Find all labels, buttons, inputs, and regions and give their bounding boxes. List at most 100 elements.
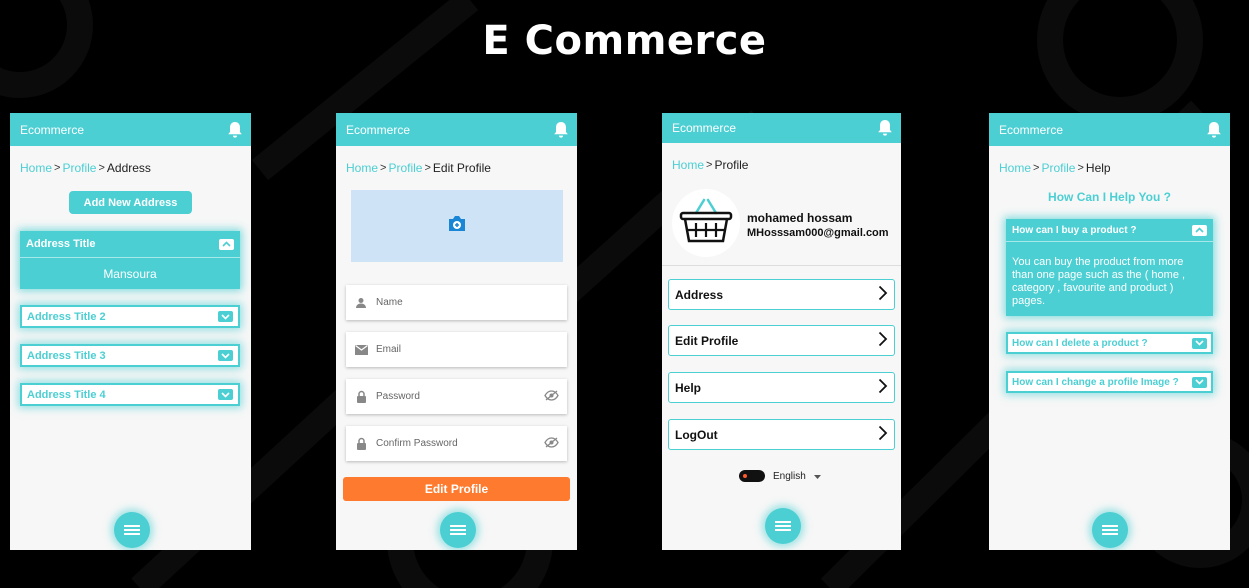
person-icon	[354, 297, 368, 309]
address-title: Address Title 4	[27, 388, 106, 401]
chevron-down-icon[interactable]	[1192, 376, 1207, 388]
address-body: Mansoura	[103, 267, 157, 281]
app-bar: Ecommerce	[336, 113, 577, 146]
menu-item-label: LogOut	[675, 427, 718, 442]
breadcrumb-home[interactable]: Home	[672, 158, 704, 172]
chevron-down-icon[interactable]	[218, 311, 233, 322]
menu-fab-button[interactable]	[440, 512, 476, 548]
bell-icon[interactable]	[553, 121, 569, 139]
address-accordion-item[interactable]: Address Title 2	[20, 305, 240, 328]
bell-icon[interactable]	[1206, 121, 1222, 139]
email-placeholder: Email	[376, 344, 402, 355]
menu-item-label: Help	[675, 380, 702, 395]
faq-question: How can I buy a product ?	[1012, 224, 1137, 236]
address-title: Address Title 2	[27, 310, 106, 323]
breadcrumb-separator: >	[706, 159, 713, 171]
chevron-down-icon[interactable]	[218, 389, 233, 400]
profile-email: MHosssam000@gmail.com	[747, 227, 889, 239]
menu-fab-button[interactable]	[1092, 512, 1128, 548]
app-title: Ecommerce	[20, 122, 85, 137]
faq-item-expanded[interactable]: How can I buy a product ? You can buy th…	[1006, 219, 1213, 316]
chevron-down-icon[interactable]	[1192, 337, 1207, 349]
menu-icon	[450, 523, 466, 537]
faq-question: How can I change a profile Image ?	[1012, 376, 1179, 388]
breadcrumb: Home > Profile	[662, 143, 901, 172]
help-screen: Ecommerce Home > Profile > Help How Can …	[989, 113, 1230, 550]
language-selector[interactable]: English	[739, 470, 821, 482]
app-bar: Ecommerce	[10, 113, 251, 146]
app-title: Ecommerce	[672, 121, 737, 135]
address-accordion-expanded[interactable]: Address Title Mansoura	[20, 231, 240, 289]
password-field[interactable]: Password	[346, 379, 567, 414]
app-title: Ecommerce	[346, 122, 411, 137]
menu-item-help[interactable]: Help	[668, 372, 895, 403]
chevron-right-icon	[878, 378, 888, 397]
breadcrumb-profile[interactable]: Profile	[62, 161, 96, 175]
chevron-up-icon[interactable]	[219, 238, 234, 250]
dropdown-arrow-icon	[813, 471, 821, 482]
address-title: Address Title 3	[27, 349, 106, 362]
menu-fab-button[interactable]	[114, 512, 150, 548]
edit-profile-button[interactable]: Edit Profile	[343, 477, 570, 501]
menu-item-logout[interactable]: LogOut	[668, 419, 895, 450]
profile-photo-upload[interactable]	[351, 190, 563, 262]
breadcrumb-home[interactable]: Home	[999, 161, 1031, 175]
faq-question: How can I delete a product ?	[1012, 337, 1148, 349]
chevron-right-icon	[878, 425, 888, 444]
avatar	[672, 189, 740, 257]
breadcrumb: Home > Profile > Help	[989, 146, 1230, 175]
breadcrumb: Home > Profile > Address	[10, 146, 251, 175]
camera-icon[interactable]	[447, 215, 467, 237]
menu-item-label: Address	[675, 287, 724, 302]
address-title: Address Title	[26, 238, 96, 250]
chevron-up-icon[interactable]	[1192, 224, 1207, 236]
menu-icon	[124, 523, 140, 537]
breadcrumb-current: Profile	[714, 158, 749, 172]
breadcrumb-home[interactable]: Home	[346, 161, 378, 175]
breadcrumb-profile[interactable]: Profile	[1041, 161, 1075, 175]
edit-profile-screen: Ecommerce Home > Profile > Edit Profile …	[336, 113, 577, 550]
chevron-right-icon	[878, 331, 888, 350]
help-heading: How Can I Help You ?	[1048, 190, 1171, 204]
chevron-down-icon[interactable]	[218, 350, 233, 361]
toggle-icon[interactable]	[739, 470, 765, 482]
menu-item-edit-profile[interactable]: Edit Profile	[668, 325, 895, 356]
breadcrumb-separator: >	[424, 162, 431, 174]
profile-screen: Ecommerce Home > Profile mohamed hossam …	[662, 113, 901, 550]
confirm-password-placeholder: Confirm Password	[376, 438, 458, 449]
bell-icon[interactable]	[877, 119, 893, 137]
app-bar: Ecommerce	[989, 113, 1230, 146]
menu-fab-button[interactable]	[765, 508, 801, 544]
name-field[interactable]: Name	[346, 285, 567, 320]
breadcrumb-home[interactable]: Home	[20, 161, 52, 175]
eye-off-icon[interactable]	[544, 436, 559, 451]
faq-item[interactable]: How can I change a profile Image ?	[1006, 371, 1213, 393]
app-title: Ecommerce	[999, 122, 1064, 137]
basket-icon	[678, 197, 734, 250]
breadcrumb-profile[interactable]: Profile	[388, 161, 422, 175]
lock-icon	[354, 437, 368, 450]
faq-answer: You can buy the product from more than o…	[1012, 256, 1186, 307]
address-accordion-item[interactable]: Address Title 4	[20, 383, 240, 406]
add-new-address-button[interactable]: Add New Address	[69, 191, 192, 214]
breadcrumb-separator: >	[380, 162, 387, 174]
email-field[interactable]: Email	[346, 332, 567, 367]
page-title: E Commerce	[482, 18, 767, 64]
menu-item-address[interactable]: Address	[668, 279, 895, 310]
breadcrumb-current: Edit Profile	[432, 161, 491, 175]
breadcrumb-separator: >	[54, 162, 61, 174]
lock-icon	[354, 390, 368, 403]
divider	[662, 265, 901, 266]
breadcrumb-current: Address	[106, 161, 151, 175]
faq-item[interactable]: How can I delete a product ?	[1006, 332, 1213, 354]
email-icon	[354, 344, 368, 355]
bell-icon[interactable]	[227, 121, 243, 139]
confirm-password-field[interactable]: Confirm Password	[346, 426, 567, 461]
breadcrumb-separator: >	[1077, 162, 1084, 174]
profile-name: mohamed hossam	[747, 211, 853, 225]
menu-icon	[775, 519, 791, 533]
breadcrumb-separator: >	[98, 162, 105, 174]
name-placeholder: Name	[376, 297, 403, 308]
address-accordion-item[interactable]: Address Title 3	[20, 344, 240, 367]
eye-off-icon[interactable]	[544, 389, 559, 404]
